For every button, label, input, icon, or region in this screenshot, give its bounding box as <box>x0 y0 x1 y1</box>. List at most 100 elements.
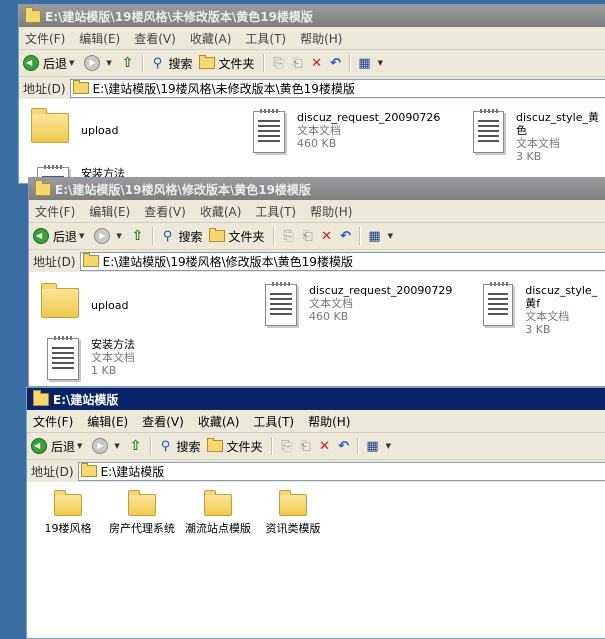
menu-help[interactable]: 帮助(H) <box>308 413 350 430</box>
folder-item[interactable]: 房产代理系统 <box>105 488 179 535</box>
back-button[interactable]: 后退▼ <box>23 55 78 72</box>
file-view: upload discuz_request_20090726 文本文档 460 … <box>19 99 605 183</box>
search-icon: ⚲ <box>152 55 163 71</box>
folder-icon <box>72 80 89 94</box>
address-field[interactable]: E:\建站模版\19楼风格\未修改版本\黄色19楼模版 <box>69 78 605 98</box>
menu-bar: 文件(F) 编辑(E) 查看(V) 收藏(A) 工具(T) 帮助(H) <box>29 200 605 223</box>
folders-button[interactable]: 文件夹 <box>206 438 263 455</box>
title-bar[interactable]: E:\建站模版\19楼风格\修改版本\黄色19楼模版 <box>29 178 605 200</box>
forward-button[interactable]: ▼ <box>94 228 125 244</box>
toolbar: 后退▼ ▼ ⇧ ⚲搜索 文件夹 ⎘ ⎗ ✕ ↶ ▦ ▼ <box>19 50 605 77</box>
folder-icon <box>80 463 97 477</box>
toolbar-separator <box>151 227 154 245</box>
menu-tools[interactable]: 工具(T) <box>253 413 294 430</box>
menu-favorites[interactable]: 收藏(A) <box>200 203 242 220</box>
menu-file[interactable]: 文件(F) <box>35 203 75 220</box>
menu-edit[interactable]: 编辑(E) <box>79 30 120 47</box>
file-item[interactable]: discuz_request_20090726 文本文档 460 KB <box>253 109 440 153</box>
menu-file[interactable]: 文件(F) <box>33 413 73 430</box>
folder-item[interactable]: 19楼风格 <box>31 488 105 535</box>
file-item[interactable]: discuz_request_20090729 文本文档 460 KB <box>265 282 452 326</box>
folder-icon <box>208 228 225 242</box>
move-to-icon[interactable]: ⎘ <box>281 229 297 244</box>
menu-help[interactable]: 帮助(H) <box>300 30 342 47</box>
undo-icon[interactable]: ↶ <box>336 439 352 454</box>
toolbar-separator <box>348 54 351 72</box>
search-button[interactable]: ⚲ 搜索 <box>160 228 203 245</box>
views-icon[interactable]: ▦ <box>367 229 383 244</box>
file-item[interactable]: discuz_style_黄f 文本文档 3 KB <box>483 282 605 336</box>
folder-icon <box>31 108 69 143</box>
menu-view[interactable]: 查看(V) <box>142 413 184 430</box>
explorer-window-1[interactable]: E:\建站模版\19楼风格\未修改版本\黄色19楼模版 文件(F) 编辑(E) … <box>18 4 605 184</box>
back-button[interactable]: 后退▼ <box>33 228 88 245</box>
views-icon[interactable]: ▦ <box>357 56 373 71</box>
views-icon[interactable]: ▦ <box>365 439 381 454</box>
undo-icon[interactable]: ↶ <box>328 56 344 71</box>
file-item-upload[interactable]: upload <box>31 107 118 143</box>
back-button[interactable]: 后退▼ <box>31 438 86 455</box>
folder-item[interactable]: 潮流站点模版 <box>181 488 255 535</box>
delete-icon[interactable]: ✕ <box>319 229 335 244</box>
chevron-down-icon[interactable]: ▼ <box>386 442 391 450</box>
address-field[interactable]: E:\建站模版 <box>77 461 605 481</box>
explorer-window-2[interactable]: E:\建站模版\19楼风格\修改版本\黄色19楼模版 文件(F) 编辑(E) 查… <box>28 177 605 387</box>
menu-favorites[interactable]: 收藏(A) <box>198 413 240 430</box>
forward-button[interactable]: ▼ <box>84 55 115 71</box>
copy-to-icon[interactable]: ⎗ <box>300 229 316 244</box>
file-item[interactable]: 安装方法 文本文档 1 KB <box>47 336 135 380</box>
folders-button[interactable]: 文件夹 <box>208 228 265 245</box>
copy-to-icon[interactable]: ⎗ <box>298 439 314 454</box>
file-item[interactable]: discuz_style_黄色 文本文档 3 KB <box>473 109 605 163</box>
search-button[interactable]: ⚲ 搜索 <box>158 438 201 455</box>
address-bar: 地址(D) E:\建站模版\19楼风格\修改版本\黄色19楼模版 <box>29 250 605 273</box>
folder-item[interactable]: 资讯类模版 <box>256 488 330 535</box>
menu-help[interactable]: 帮助(H) <box>310 203 352 220</box>
search-icon: ⚲ <box>162 228 173 244</box>
move-to-icon[interactable]: ⎘ <box>271 56 287 71</box>
window-title: E:\建站模版\19楼风格\修改版本\黄色19楼模版 <box>55 182 311 197</box>
folder-icon <box>54 490 82 516</box>
chevron-down-icon[interactable]: ▼ <box>69 59 74 67</box>
delete-icon[interactable]: ✕ <box>309 56 325 71</box>
menu-edit[interactable]: 编辑(E) <box>89 203 130 220</box>
chevron-down-icon[interactable]: ▼ <box>79 232 84 240</box>
folders-button[interactable]: 文件夹 <box>198 55 255 72</box>
menu-tools[interactable]: 工具(T) <box>255 203 296 220</box>
explorer-window-3[interactable]: E:\建站模版 文件(F) 编辑(E) 查看(V) 收藏(A) 工具(T) 帮助… <box>26 387 605 639</box>
address-field[interactable]: E:\建站模版\19楼风格\修改版本\黄色19楼模版 <box>79 251 605 271</box>
menu-bar: 文件(F) 编辑(E) 查看(V) 收藏(A) 工具(T) 帮助(H) <box>19 27 605 50</box>
chevron-down-icon[interactable]: ▼ <box>388 232 393 240</box>
address-text: E:\建站模版 <box>100 464 165 479</box>
forward-button[interactable]: ▼ <box>92 438 123 454</box>
forward-icon <box>94 228 111 244</box>
up-folder-icon[interactable]: ⇧ <box>122 55 134 71</box>
up-folder-icon[interactable]: ⇧ <box>130 438 142 454</box>
up-folder-icon[interactable]: ⇧ <box>132 228 144 244</box>
file-item-upload[interactable]: upload <box>41 282 128 318</box>
back-icon <box>33 228 49 244</box>
menu-tools[interactable]: 工具(T) <box>245 30 286 47</box>
search-button[interactable]: ⚲ 搜索 <box>150 55 193 72</box>
toolbar: 后退▼ ▼ ⇧ ⚲搜索 文件夹 ⎘ ⎗ ✕ ↶ ▦ ▼ <box>29 223 605 250</box>
menu-view[interactable]: 查看(V) <box>134 30 176 47</box>
menu-view[interactable]: 查看(V) <box>144 203 186 220</box>
folder-icon <box>206 438 223 452</box>
back-icon <box>23 55 39 71</box>
title-bar[interactable]: E:\建站模版 <box>27 388 605 410</box>
chevron-down-icon[interactable]: ▼ <box>77 442 82 450</box>
window-title: E:\建站模版\19楼风格\未修改版本\黄色19楼模版 <box>45 9 313 24</box>
menu-file[interactable]: 文件(F) <box>25 30 65 47</box>
chevron-down-icon[interactable]: ▼ <box>106 59 111 67</box>
chevron-down-icon[interactable]: ▼ <box>116 232 121 240</box>
move-to-icon[interactable]: ⎘ <box>279 439 295 454</box>
title-bar[interactable]: E:\建站模版\19楼风格\未修改版本\黄色19楼模版 <box>19 5 605 27</box>
menu-favorites[interactable]: 收藏(A) <box>190 30 232 47</box>
menu-edit[interactable]: 编辑(E) <box>87 413 128 430</box>
copy-to-icon[interactable]: ⎗ <box>290 56 306 71</box>
chevron-down-icon[interactable]: ▼ <box>378 59 383 67</box>
chevron-down-icon[interactable]: ▼ <box>114 442 119 450</box>
undo-icon[interactable]: ↶ <box>338 229 354 244</box>
delete-icon[interactable]: ✕ <box>317 439 333 454</box>
toolbar-separator <box>270 437 273 455</box>
